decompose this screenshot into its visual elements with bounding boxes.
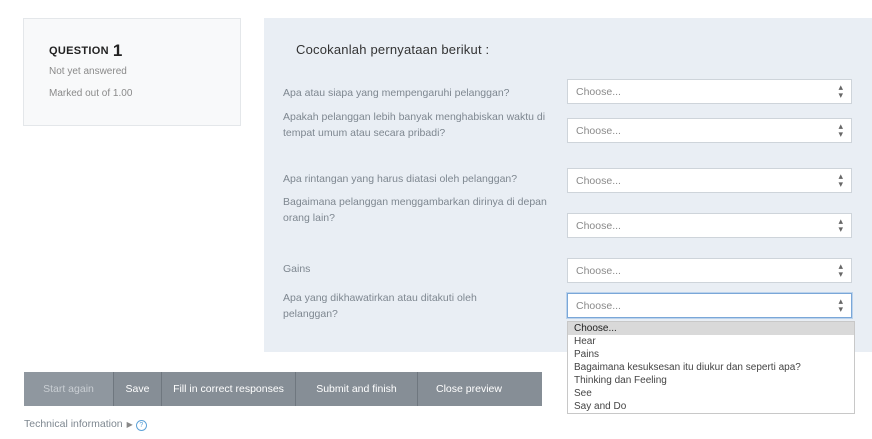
help-circle-icon[interactable]: ? xyxy=(135,420,147,431)
question-marks: Marked out of 1.00 xyxy=(49,88,133,99)
technical-information-toggle[interactable]: Technical information ▶? xyxy=(24,418,147,431)
question-formulation: Cocokanlah pernyataan berikut : Apa atau… xyxy=(264,18,872,352)
dropdown-option[interactable]: Say and Do xyxy=(568,400,854,413)
match-stem-5: Gains xyxy=(283,263,311,275)
select-value: Choose... xyxy=(576,220,621,232)
question-label: QUESTION xyxy=(49,45,109,57)
match-stem-6: Apa yang dikhawatirkan atau ditakuti ole… xyxy=(283,292,477,320)
up-down-arrow-icon: ▴ ▾ xyxy=(838,216,843,234)
dropdown-option[interactable]: Choose... xyxy=(568,322,854,335)
select-value: Choose... xyxy=(576,125,621,137)
match-stem-1: Apa atau siapa yang mempengaruhi pelangg… xyxy=(283,87,510,99)
close-preview-button[interactable]: Close preview xyxy=(418,372,520,406)
dropdown-option[interactable]: Hear xyxy=(568,335,854,348)
match-select-6[interactable]: Choose... ▴ ▾ xyxy=(567,293,852,318)
triangle-right-icon: ▶ xyxy=(126,420,133,429)
select-value: Choose... xyxy=(576,265,621,277)
question-prompt: Cocokanlah pernyataan berikut : xyxy=(296,42,490,57)
match-stem-2: Apakah pelanggan lebih banyak menghabisk… xyxy=(283,111,546,139)
save-button[interactable]: Save xyxy=(114,372,162,406)
select-value: Choose... xyxy=(576,300,621,312)
dropdown-option[interactable]: Thinking dan Feeling xyxy=(568,374,854,387)
question-status: Not yet answered xyxy=(49,66,127,77)
match-select-3[interactable]: Choose... ▴ ▾ xyxy=(567,168,852,193)
up-down-arrow-icon: ▴ ▾ xyxy=(838,82,843,100)
select-dropdown-list[interactable]: Choose... Hear Pains Bagaimana kesuksesa… xyxy=(567,321,855,414)
match-stem-3: Apa rintangan yang harus diatasi oleh pe… xyxy=(283,173,518,185)
select-value: Choose... xyxy=(576,86,621,98)
question-info-panel: QUESTION 1 Not yet answered Marked out of… xyxy=(23,18,241,126)
match-select-2[interactable]: Choose... ▴ ▾ xyxy=(567,118,852,143)
fill-correct-responses-button[interactable]: Fill in correct responses xyxy=(162,372,296,406)
dropdown-option[interactable]: Bagaimana kesuksesan itu diukur dan sepe… xyxy=(568,361,854,374)
select-value: Choose... xyxy=(576,175,621,187)
up-down-arrow-icon: ▴ ▾ xyxy=(838,296,843,314)
match-stem-4: Bagaimana pelanggan menggambarkan diriny… xyxy=(283,196,547,224)
preview-controls: Start again Save Fill in correct respons… xyxy=(24,372,542,406)
match-select-5[interactable]: Choose... ▴ ▾ xyxy=(567,258,852,283)
dropdown-option[interactable]: See xyxy=(568,387,854,400)
dropdown-option[interactable]: Pains xyxy=(568,348,854,361)
up-down-arrow-icon: ▴ ▾ xyxy=(838,121,843,139)
start-again-button[interactable]: Start again xyxy=(24,372,114,406)
match-select-4[interactable]: Choose... ▴ ▾ xyxy=(567,213,852,238)
up-down-arrow-icon: ▴ ▾ xyxy=(838,171,843,189)
match-select-1[interactable]: Choose... ▴ ▾ xyxy=(567,79,852,104)
question-number: 1 xyxy=(112,41,123,60)
up-down-arrow-icon: ▴ ▾ xyxy=(838,261,843,279)
submit-and-finish-button[interactable]: Submit and finish xyxy=(296,372,418,406)
technical-information-label: Technical information xyxy=(24,418,123,430)
question-heading: QUESTION 1 xyxy=(49,41,240,61)
